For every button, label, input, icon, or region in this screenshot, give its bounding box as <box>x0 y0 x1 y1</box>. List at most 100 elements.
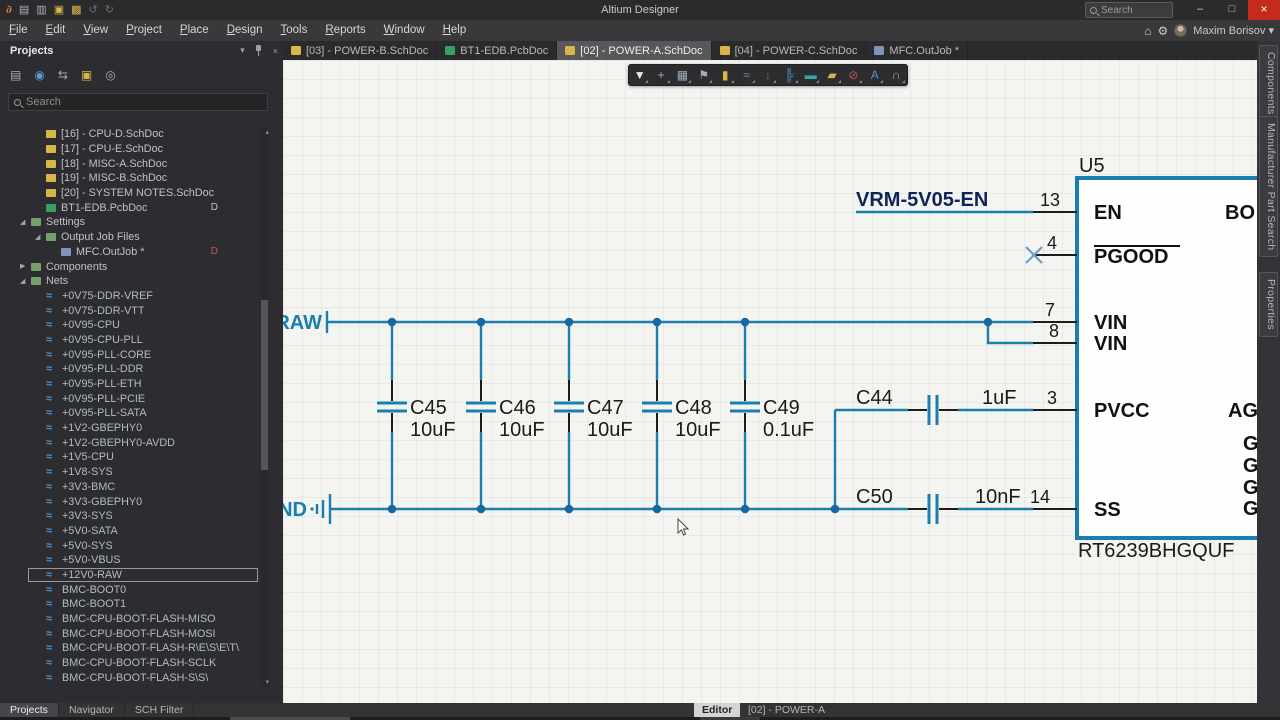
tree-item[interactable]: [20] - SYSTEM NOTES.SchDoc <box>0 186 260 201</box>
bus-tool-icon[interactable]: ╠ <box>780 66 799 84</box>
tree-item-net[interactable]: ≈ +0V95-PLL-CORE <box>0 347 260 362</box>
editor-mode-tab[interactable]: Editor <box>694 703 741 717</box>
menu-reports[interactable]: Reports <box>316 20 374 41</box>
right-tab-manufacturer-part-search[interactable]: Manufacturer Part Search <box>1259 116 1278 258</box>
panel-menu-icon[interactable]: ▾ <box>235 45 250 56</box>
tree-item[interactable]: [17] - CPU-E.SchDoc <box>0 142 260 157</box>
tree-item-net[interactable]: ≈ +0V95-PLL-ETH <box>0 377 260 392</box>
cap-value[interactable]: 10uF <box>410 419 456 441</box>
schematic-canvas[interactable]: RAW ND VRM-5V05-EN C44 <box>283 60 1280 703</box>
tree-item-net[interactable]: ≈ +0V95-PLL-SATA <box>0 406 260 421</box>
home-icon[interactable]: ⌂ <box>1144 24 1151 38</box>
tree-item[interactable]: MFC.OutJob * D <box>0 245 260 260</box>
selection-area-tool-icon[interactable]: ▦ <box>673 66 692 84</box>
scroll-down-icon[interactable]: ▾ <box>265 678 269 686</box>
doc-tab[interactable]: MFC.OutJob * <box>866 41 969 60</box>
tree-item-net[interactable]: ≈ +3V3-BMC <box>0 480 260 495</box>
right-tab-properties[interactable]: Properties <box>1259 272 1278 337</box>
net-label-vrm[interactable]: VRM-5V05-EN <box>856 189 1033 214</box>
tree-item-net[interactable]: ≈ +0V95-PLL-DDR <box>0 362 260 377</box>
capacitor-c50[interactable]: C50 10nF <box>856 486 1033 524</box>
tree-item-net[interactable]: ≈ +5V0-VBUS <box>0 553 260 568</box>
tree-item[interactable]: ▶ Components <box>0 259 260 274</box>
move-tool-icon[interactable]: + <box>652 66 671 84</box>
expanded-arrow-icon[interactable]: ◢ <box>35 233 40 241</box>
capacitor-c45[interactable]: C4510uF <box>377 322 456 509</box>
cap-value[interactable]: 0.1uF <box>763 419 814 441</box>
tree-scrollbar[interactable] <box>261 127 268 686</box>
wire-tool-icon[interactable]: ≈ <box>737 66 756 84</box>
cap-value[interactable]: 10uF <box>675 419 721 441</box>
avatar[interactable] <box>1174 24 1188 37</box>
tree-item-net[interactable]: ≈ BMC-BOOT0 <box>0 582 260 597</box>
collapsed-arrow-icon[interactable]: ▶ <box>20 262 25 270</box>
filter-tool-icon[interactable]: ▼ <box>630 66 649 84</box>
tree-item-net[interactable]: ≈ +3V3-GBEPHY0 <box>0 494 260 509</box>
scroll-up-icon[interactable]: ▴ <box>265 128 269 136</box>
cap-ref[interactable]: C47 <box>587 397 624 419</box>
menu-edit[interactable]: Edit <box>37 20 75 41</box>
bottom-ground-rail[interactable]: ND <box>283 494 908 524</box>
tree-scrollbar-thumb[interactable] <box>261 300 268 470</box>
cap-ref[interactable]: C48 <box>675 397 712 419</box>
bottom-tab-sch-filter[interactable]: SCH Filter <box>125 703 195 717</box>
projects-search-box[interactable]: Search <box>8 93 268 111</box>
cap-value[interactable]: 10uF <box>499 419 545 441</box>
menu-help[interactable]: Help <box>434 20 476 41</box>
tree-item[interactable]: BT1-EDB.PcbDoc D <box>0 200 260 215</box>
tree-item-net[interactable]: ≈ BMC-BOOT1 <box>0 597 260 612</box>
menu-design[interactable]: Design <box>218 20 272 41</box>
capacitor-c47[interactable]: C4710uF <box>554 322 633 509</box>
menu-tools[interactable]: Tools <box>272 20 317 41</box>
doc-tab[interactable]: [03] - POWER-B.SchDoc <box>283 41 438 60</box>
pin-icon[interactable] <box>255 45 263 56</box>
arc-tool-icon[interactable]: ∩ <box>887 66 906 84</box>
doc-tab[interactable]: [02] - POWER-A.SchDoc <box>557 41 712 60</box>
tree-item[interactable]: ◢ Nets <box>0 274 260 289</box>
open-all-icon[interactable]: ▩ <box>71 0 81 20</box>
global-search-box[interactable]: Search <box>1085 2 1173 18</box>
panel-close-icon[interactable]: × <box>268 46 283 56</box>
redo-icon[interactable]: ↻ <box>105 0 114 20</box>
cap-ref[interactable]: C49 <box>763 397 800 419</box>
right-tab-components[interactable]: Components <box>1259 45 1278 122</box>
expanded-arrow-icon[interactable]: ◢ <box>20 277 25 285</box>
menu-window[interactable]: Window <box>375 20 434 41</box>
expanded-arrow-icon[interactable]: ◢ <box>20 218 25 226</box>
tree-item[interactable]: ◢ Settings <box>0 215 260 230</box>
text-tool-icon[interactable]: A <box>865 66 884 84</box>
tree-item-net[interactable]: ≈ BMC-CPU-BOOT-FLASH-SCLK <box>0 656 260 671</box>
tree-item-net[interactable]: ≈ +5V0-SATA <box>0 524 260 539</box>
cap-ref[interactable]: C46 <box>499 397 536 419</box>
label-tool-icon[interactable]: ▰ <box>823 66 842 84</box>
tree-item[interactable]: ◢ Output Job Files <box>0 230 260 245</box>
menu-place[interactable]: Place <box>171 20 218 41</box>
undo-icon[interactable]: ↺ <box>89 0 98 20</box>
bottom-tab-projects[interactable]: Projects <box>0 703 59 717</box>
tree-item-net[interactable]: ≈ BMC-CPU-BOOT-FLASH-MOSI <box>0 626 260 641</box>
capacitor-c46[interactable]: C4610uF <box>466 322 545 509</box>
cap-ref[interactable]: C45 <box>410 397 447 419</box>
cap-value[interactable]: 10uF <box>587 419 633 441</box>
capacitor-c49[interactable]: C490.1uF <box>730 322 814 509</box>
menu-view[interactable]: View <box>74 20 117 41</box>
tree-item-net[interactable]: ≈ BMC-CPU-BOOT-FLASH-MISO <box>0 612 260 627</box>
tree-item-net[interactable]: ≈ +0V95-PLL-PCIE <box>0 391 260 406</box>
doc-tab[interactable]: [04] - POWER-C.SchDoc <box>712 41 867 60</box>
tree-item-net[interactable]: ≈ +0V95-CPU <box>0 318 260 333</box>
bottom-tab-navigator[interactable]: Navigator <box>59 703 125 717</box>
part-tool-icon[interactable]: ▮ <box>716 66 735 84</box>
tree-item[interactable]: [19] - MISC-B.SchDoc <box>0 171 260 186</box>
tree-item-net[interactable]: ≈ BMC-CPU-BOOT-FLASH-R\E\S\E\T\ <box>0 641 260 656</box>
open-folder-icon[interactable]: ▣ <box>81 68 92 82</box>
no-erc-tool-icon[interactable]: ⊘ <box>844 66 863 84</box>
compare-icon[interactable]: ⇆ <box>58 68 68 82</box>
menu-project[interactable]: Project <box>117 20 171 41</box>
storage-icon[interactable]: ▤ <box>10 68 21 82</box>
save-icon[interactable]: ▤ <box>19 0 29 20</box>
minimize-button[interactable]: – <box>1184 0 1216 20</box>
tree-item-net[interactable]: ≈ +1V8-SYS <box>0 465 260 480</box>
tree-item-net[interactable]: ≈ +1V5-CPU <box>0 450 260 465</box>
gear-icon[interactable]: ⚙ <box>1158 24 1169 38</box>
altium-logo[interactable]: ∂ <box>6 0 12 20</box>
